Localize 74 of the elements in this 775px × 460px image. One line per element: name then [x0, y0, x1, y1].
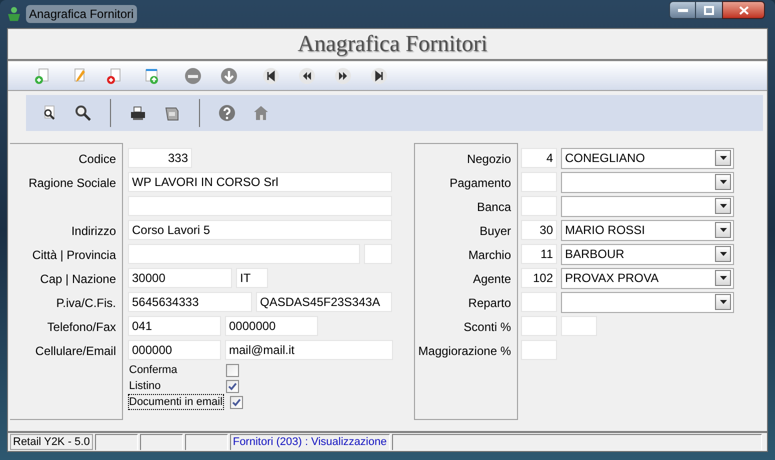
- field-label: Reparto: [468, 295, 511, 312]
- status-text: Retail Y2K - 5.0: [10, 434, 93, 450]
- checkbox-label: Documenti in email: [128, 394, 224, 410]
- field-label: Maggiorazione %: [418, 343, 511, 360]
- checkbox[interactable]: [226, 364, 239, 376]
- input-field[interactable]: 4: [521, 148, 557, 168]
- first-record-icon: [262, 67, 280, 85]
- last-record-icon: [370, 67, 388, 85]
- minimize-button[interactable]: [669, 1, 696, 19]
- dropdown[interactable]: PROVAX PROVA: [561, 268, 734, 288]
- minus-circle-icon: [184, 67, 202, 85]
- window-title: Anagrafica Fornitori: [26, 5, 137, 23]
- field-label: Indirizzo: [71, 223, 116, 240]
- input-field[interactable]: 102: [521, 268, 557, 288]
- dropdown[interactable]: BARBOUR: [561, 244, 734, 264]
- printer-icon: [129, 104, 147, 122]
- field-label: P.iva/C.Fis.: [56, 295, 116, 312]
- input-field[interactable]: [128, 244, 360, 264]
- field-label: Cap | Nazione: [40, 271, 116, 288]
- input-field[interactable]: [561, 316, 597, 336]
- input-field[interactable]: QASDAS45F23S343A: [256, 292, 392, 312]
- input-field[interactable]: 30000: [128, 268, 232, 288]
- minimize-icon: [678, 8, 688, 12]
- input-field[interactable]: IT: [236, 268, 268, 288]
- field-label: Agente: [472, 271, 511, 288]
- field-label: Telefono/Fax: [47, 319, 116, 336]
- fast-forward-icon: [334, 67, 352, 85]
- rewind-icon: [298, 67, 316, 85]
- input-field[interactable]: 5645634333: [128, 292, 252, 312]
- field-label: Codice: [78, 151, 116, 168]
- input-field[interactable]: 30: [521, 220, 557, 240]
- header-title: Anagrafica Fornitori: [298, 30, 488, 58]
- field-label: Pagamento: [450, 175, 511, 192]
- input-field[interactable]: Corso Lavori 5: [128, 220, 392, 240]
- dropdown[interactable]: [561, 292, 734, 312]
- field-label: Sconti %: [464, 319, 511, 336]
- search-icon: [74, 104, 92, 122]
- field-label: Cellulare/Email: [35, 343, 116, 360]
- field-label: Marchio: [468, 247, 511, 264]
- input-field[interactable]: [521, 316, 557, 336]
- dropdown[interactable]: [561, 196, 734, 216]
- checkbox[interactable]: [230, 396, 243, 408]
- maximize-icon: [704, 6, 714, 14]
- checkbox-label: Conferma: [128, 363, 178, 378]
- checkbox[interactable]: [226, 380, 239, 392]
- dropdown[interactable]: CONEGLIANO: [561, 148, 734, 168]
- close-button[interactable]: [722, 1, 765, 19]
- field-label: Banca: [476, 199, 511, 216]
- house-icon: [252, 104, 270, 122]
- input-field[interactable]: [521, 196, 557, 216]
- input-field[interactable]: 11: [521, 244, 557, 264]
- input-field[interactable]: 041: [128, 316, 221, 336]
- input-field[interactable]: [521, 340, 557, 360]
- input-field[interactable]: 000000: [128, 340, 221, 360]
- maximize-button[interactable]: [696, 1, 722, 19]
- input-field[interactable]: [128, 196, 392, 216]
- field-label: Negozio: [466, 151, 511, 168]
- input-field[interactable]: WP LAVORI IN CORSO Srl: [128, 172, 392, 192]
- field-label: Ragione Sociale: [28, 175, 116, 192]
- input-field[interactable]: mail@mail.it: [225, 340, 393, 360]
- input-field[interactable]: 333: [128, 148, 192, 168]
- dropdown[interactable]: MARIO ROSSI: [561, 220, 734, 240]
- status-text: Fornitori (203) : Visualizzazione: [230, 434, 390, 450]
- app-icon: [6, 6, 22, 22]
- dropdown[interactable]: [561, 172, 734, 192]
- help-icon: [218, 104, 236, 122]
- field-label: Buyer: [480, 223, 511, 240]
- input-field[interactable]: 0000000: [225, 316, 318, 336]
- input-field[interactable]: [521, 172, 557, 192]
- close-icon: [738, 6, 748, 14]
- checkbox-label: Listino: [128, 379, 162, 394]
- field-label: Città | Provincia: [32, 247, 116, 264]
- input-field[interactable]: [521, 292, 557, 312]
- input-field[interactable]: [364, 244, 392, 264]
